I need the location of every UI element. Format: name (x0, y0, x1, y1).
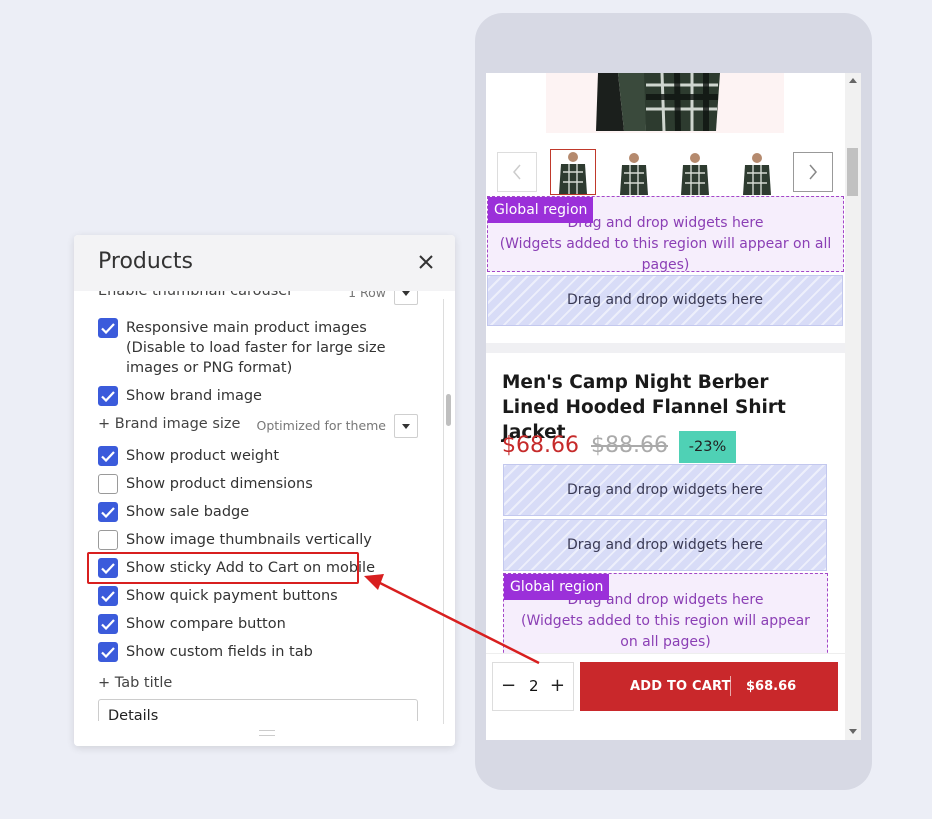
product-thumbnail[interactable] (672, 149, 718, 195)
add-to-cart-button[interactable]: ADD TO CART $68.66 (580, 662, 838, 711)
qty-increase-button[interactable]: + (550, 675, 565, 696)
checkbox-checked[interactable] (98, 446, 118, 466)
tab-title-label: + Tab title (98, 675, 173, 691)
product-price: $68.66 (502, 433, 579, 458)
global-region-note: (Widgets added to this region will appea… (499, 236, 832, 273)
thumb-next-button[interactable] (793, 152, 833, 192)
checkbox-checked[interactable] (98, 318, 118, 338)
thumbnail-carousel-dropdown[interactable] (394, 291, 418, 305)
option-label: Show quick payment buttons (126, 588, 338, 604)
original-price: $88.66 (591, 433, 668, 458)
phone-scrollbar[interactable] (845, 73, 861, 740)
checkbox-checked[interactable] (98, 586, 118, 606)
brand-image-size-value: Optimized for theme (256, 418, 387, 433)
scroll-down-icon[interactable] (849, 729, 857, 734)
thumbnail-carousel-value: 1 Row (348, 291, 386, 300)
option-label: Show product dimensions (126, 476, 313, 492)
thumbnail-carousel-row: Enable thumbnail carousel 1 Row (98, 291, 418, 305)
product-thumbnail[interactable] (734, 149, 780, 195)
option-product-weight[interactable]: Show product weight (98, 446, 279, 466)
option-label: Responsive main product images (Disable … (126, 320, 386, 376)
close-icon[interactable] (415, 251, 437, 273)
add-to-cart-label: ADD TO CART (630, 679, 731, 694)
product-thumbnail[interactable] (611, 149, 657, 195)
sticky-add-to-cart-bar: − 2 + ADD TO CART $68.66 (486, 653, 845, 740)
global-region-tag: Global region (488, 197, 594, 223)
option-label: Show brand image (126, 388, 262, 404)
panel-title: Products (98, 249, 193, 274)
global-region-top[interactable]: Global region Drag and drop widgets here… (487, 196, 844, 273)
quantity-stepper: − 2 + (492, 662, 574, 711)
section-divider (486, 343, 845, 353)
option-label: Show custom fields in tab (126, 644, 313, 660)
option-brand-image[interactable]: Show brand image (98, 386, 262, 406)
drop-zone[interactable]: Drag and drop widgets here (487, 275, 843, 326)
product-thumbnail[interactable] (550, 149, 596, 195)
chevron-left-icon (513, 164, 521, 180)
checkbox-unchecked[interactable] (98, 474, 118, 494)
products-panel: Products Enable thumbnail carousel 1 Row… (74, 235, 455, 746)
thumbnail-carousel-label: Enable thumbnail carousel (98, 291, 292, 299)
highlight-box (87, 552, 359, 584)
checkbox-checked[interactable] (98, 386, 118, 406)
thumb-prev-button[interactable] (497, 152, 537, 192)
add-to-cart-price: $68.66 (746, 679, 797, 694)
option-label: Show product weight (126, 448, 280, 464)
qty-decrease-button[interactable]: − (501, 675, 516, 696)
option-responsive-images[interactable]: Responsive main product images (Disable … (98, 318, 418, 378)
option-label: Show compare button (126, 616, 286, 632)
tab-title-row: + Tab title (98, 673, 418, 697)
main-product-image (546, 73, 784, 133)
chevron-right-icon (809, 164, 817, 180)
brand-image-size-row: + Brand image size Optimized for theme (98, 414, 418, 438)
option-thumbnails-vertical[interactable]: Show image thumbnails vertically (98, 530, 372, 550)
global-region-tag: Global region (504, 574, 610, 600)
checkbox-checked[interactable] (98, 614, 118, 634)
drop-zone[interactable]: Drag and drop widgets here (503, 519, 827, 571)
brand-image-size-label: + Brand image size (98, 416, 241, 432)
global-region-bottom[interactable]: Global region Drag and drop widgets here… (503, 573, 828, 663)
panel-scrollbar[interactable] (443, 299, 453, 724)
phone-scrollbar-thumb[interactable] (847, 148, 858, 196)
global-region-note: (Widgets added to this region will appea… (521, 613, 810, 650)
thumbnail-row (486, 149, 845, 195)
panel-scrollbar-thumb[interactable] (446, 394, 451, 426)
option-compare-button[interactable]: Show compare button (98, 614, 286, 634)
checkbox-checked[interactable] (98, 642, 118, 662)
resize-handle-icon[interactable] (259, 730, 275, 736)
option-quick-payment[interactable]: Show quick payment buttons (98, 586, 338, 606)
option-label: Show image thumbnails vertically (126, 532, 372, 548)
checkbox-checked[interactable] (98, 502, 118, 522)
option-label: Show sale badge (126, 504, 250, 520)
option-custom-fields[interactable]: Show custom fields in tab (98, 642, 313, 662)
phone-screen: Global region Drag and drop widgets here… (486, 73, 845, 740)
option-sale-badge[interactable]: Show sale badge (98, 502, 249, 522)
option-product-dimensions[interactable]: Show product dimensions (98, 474, 313, 494)
brand-image-size-dropdown[interactable] (394, 414, 418, 438)
panel-header: Products (74, 235, 455, 291)
checkbox-unchecked[interactable] (98, 530, 118, 550)
qty-value[interactable]: 2 (529, 677, 539, 695)
scroll-up-icon[interactable] (849, 78, 857, 83)
sale-badge: -23% (679, 431, 736, 463)
panel-body: Enable thumbnail carousel 1 Row Responsi… (74, 291, 440, 721)
drop-zone[interactable]: Drag and drop widgets here (503, 464, 827, 516)
add-to-cart-divider (730, 676, 731, 696)
